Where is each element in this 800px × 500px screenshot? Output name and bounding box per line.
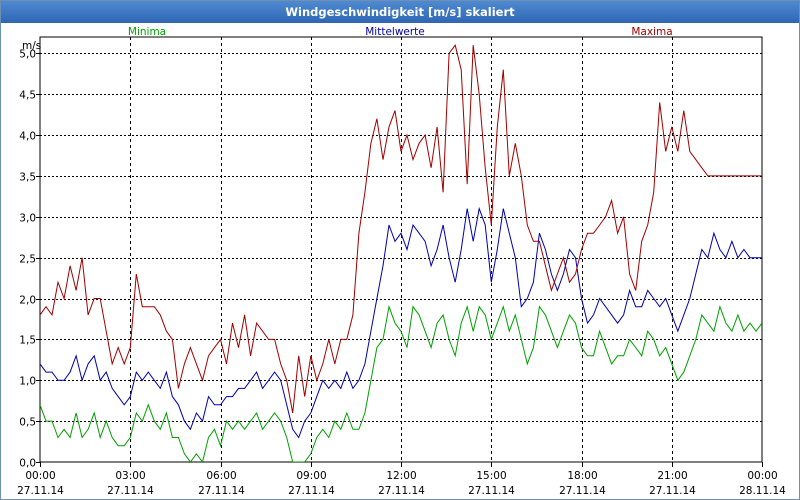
legend-maxima: Maxima: [631, 26, 672, 38]
x-tick-label-time: 00:00: [25, 470, 55, 482]
x-tick-label-date: 27.11.14: [107, 485, 154, 497]
x-tick-label-time: 18:00: [567, 470, 597, 482]
legend-minima: Minima: [128, 26, 166, 38]
x-tick-label-date: 27.11.14: [198, 485, 245, 497]
x-tick-label-time: 21:00: [657, 470, 687, 482]
y-tick-label: 0,0: [19, 458, 36, 470]
x-tick-label-time: 06:00: [206, 470, 236, 482]
x-tick-label-time: 09:00: [296, 470, 326, 482]
y-tick-label: 3,0: [19, 213, 36, 225]
y-tick-label: 1,5: [19, 335, 36, 347]
y-tick-label: 0,5: [19, 417, 36, 429]
x-tick-label-date: 27.11.14: [559, 485, 606, 497]
x-tick-label-date: 27.11.14: [288, 485, 335, 497]
chart-svg: m/s0,00,51,01,52,02,53,03,54,04,55,000:0…: [17, 26, 786, 497]
x-tick-label-date: 27.11.14: [378, 485, 425, 497]
y-tick-label: 5,0: [19, 49, 36, 61]
x-tick-label-time: 15:00: [476, 470, 506, 482]
x-tick-label-date: 28.11.14: [739, 485, 786, 497]
x-tick-label-time: 00:00: [747, 470, 777, 482]
y-tick-label: 2,5: [19, 254, 36, 266]
x-tick-label-time: 12:00: [386, 470, 416, 482]
x-tick-label-time: 03:00: [115, 470, 145, 482]
legend-mittelwerte: Mittelwerte: [365, 26, 425, 38]
y-tick-label: 1,0: [19, 376, 36, 388]
x-tick-label-date: 27.11.14: [17, 485, 64, 497]
y-tick-label: 3,5: [19, 172, 36, 184]
y-tick-label: 4,5: [19, 90, 36, 102]
y-tick-label: 4,0: [19, 131, 36, 143]
series-line-minima: [40, 304, 762, 462]
y-tick-label: 2,0: [19, 295, 36, 307]
x-tick-label-date: 27.11.14: [649, 485, 696, 497]
x-tick-label-date: 27.11.14: [468, 485, 515, 497]
